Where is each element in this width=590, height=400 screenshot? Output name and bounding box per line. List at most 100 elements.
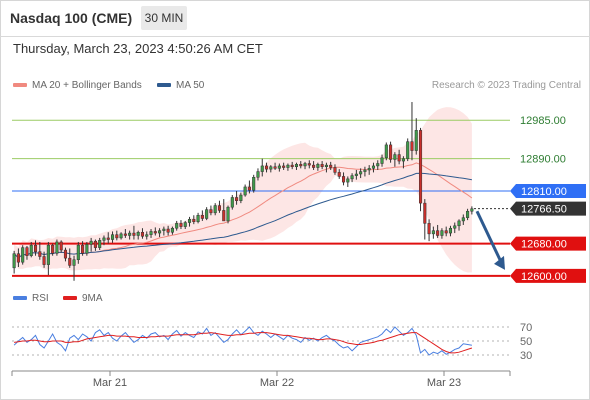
candle-up [346, 178, 350, 183]
candle [252, 174, 256, 193]
candle-down [132, 232, 136, 236]
candle-up [12, 253, 16, 269]
candle-down [179, 223, 183, 227]
candle-up [286, 164, 290, 168]
candle-down [93, 240, 97, 248]
candle-down [153, 231, 157, 234]
candle-up [102, 237, 106, 241]
candle-down [51, 244, 55, 254]
candle-down [42, 256, 46, 265]
candle-down [312, 164, 316, 168]
candle-up [175, 223, 179, 229]
candle-down [59, 241, 63, 251]
candle-up [46, 244, 50, 265]
candle-up [277, 165, 281, 169]
candle-up [230, 197, 234, 208]
candle-up [55, 241, 59, 254]
level-text: 12600.00 [521, 271, 567, 283]
candle-down [166, 228, 170, 233]
candle [205, 207, 209, 221]
candle [414, 118, 418, 155]
candle-up [324, 164, 328, 167]
candle-up [470, 208, 474, 212]
candle-down [235, 197, 239, 201]
candle [406, 138, 410, 162]
rsi-tick-label: 50 [520, 336, 532, 348]
candle-down [217, 205, 222, 211]
candle-up [461, 217, 465, 222]
candle-up [158, 230, 162, 234]
candle-up [431, 230, 435, 235]
candle-up [187, 219, 192, 223]
candle-up [354, 173, 358, 176]
candle-down [16, 253, 20, 263]
candle-up [260, 165, 264, 172]
candle-up [367, 168, 371, 171]
candle-up [145, 234, 149, 237]
candle-up [393, 154, 397, 160]
candle-up [453, 225, 457, 229]
level-label-last_price: 12766.50 [510, 201, 586, 216]
candle-up [294, 164, 299, 167]
candle-down [299, 164, 303, 167]
candle-up [269, 166, 273, 170]
candle-up [239, 194, 243, 201]
candle-down [222, 210, 226, 222]
candle-down [333, 167, 337, 173]
candle [226, 205, 230, 224]
candle-up [401, 158, 405, 162]
candle [230, 195, 234, 210]
x-tick-label: Mar 22 [260, 377, 294, 389]
candle-up [359, 171, 363, 175]
candle-down [444, 230, 448, 234]
rsi-tick-label: 30 [520, 350, 532, 362]
candle-down [63, 249, 68, 259]
candle-up [170, 227, 174, 233]
candle-up [213, 205, 217, 214]
candle-up [128, 232, 132, 236]
candle-up [448, 227, 453, 234]
candle [46, 241, 50, 276]
candle-down [282, 165, 286, 168]
candle-down [418, 130, 423, 204]
candle-up [303, 163, 307, 167]
candle-up [406, 141, 410, 159]
candle-up [440, 230, 444, 236]
candle-down [320, 164, 324, 167]
candle-up [149, 231, 153, 235]
candle-up [29, 244, 33, 256]
candle-up [98, 240, 102, 248]
candle [423, 199, 427, 240]
candle-down [25, 247, 29, 256]
rsi-tick-label: 70 [520, 322, 532, 334]
candle [196, 212, 200, 224]
candle-down [397, 154, 401, 162]
candle-up [350, 175, 354, 180]
candle-down [106, 237, 110, 240]
level-label-resistance: 12985.00 [520, 115, 566, 127]
candle-down [38, 251, 42, 257]
candle-down [307, 163, 311, 166]
candle-down [33, 244, 38, 252]
level-label-resistance: 12890.00 [520, 154, 566, 166]
level-label-pivot: 12810.00 [510, 184, 586, 198]
candle-up [371, 165, 376, 169]
candle-up [414, 130, 418, 151]
level-text: 12890.00 [520, 154, 566, 166]
candle-up [256, 171, 260, 178]
candle-up [316, 164, 320, 168]
candle [384, 142, 388, 161]
candle-up [376, 163, 380, 167]
candle-down [140, 232, 145, 237]
candle-down [427, 223, 431, 235]
candle-down [81, 244, 85, 254]
candle-down [192, 219, 196, 222]
price-chart: 12985.00 12890.00 12810.00 12766.50 12680.00… [11, 102, 586, 389]
candle-up [252, 176, 256, 191]
candle-down [389, 144, 393, 160]
candle-down [290, 164, 294, 167]
level-text: 12766.50 [521, 204, 567, 216]
candle-down [329, 164, 333, 168]
candle-up [243, 186, 247, 196]
candle-down [423, 202, 427, 224]
